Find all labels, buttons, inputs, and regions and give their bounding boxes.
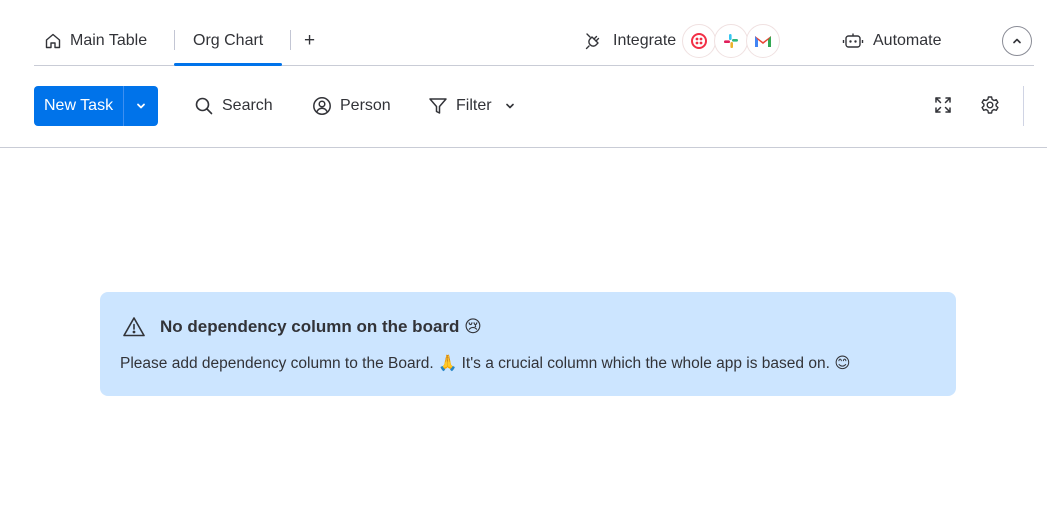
search-icon — [194, 96, 214, 116]
chevron-up-icon — [1011, 35, 1023, 47]
crying-emoji: 😢 — [464, 317, 482, 337]
collapse-header-button[interactable] — [1002, 26, 1032, 56]
expand-icon — [933, 95, 953, 115]
search-button[interactable]: Search — [194, 86, 273, 126]
integrate-label: Integrate — [613, 31, 677, 49]
fullscreen-button[interactable] — [932, 94, 954, 116]
banner-message-part2: It's a crucial column which the whole ap… — [461, 355, 830, 372]
board-toolbar: New Task Search Person Filter — [0, 66, 1047, 148]
search-label: Search — [222, 97, 273, 114]
twilio-icon — [682, 23, 717, 58]
warning-banner: No dependency column on the board 😢 Plea… — [100, 292, 956, 396]
home-icon — [44, 32, 62, 50]
tab-label: Main Table — [70, 31, 148, 49]
person-icon — [312, 96, 332, 116]
tab-org-chart[interactable]: Org Chart — [174, 16, 283, 66]
settings-button[interactable] — [979, 94, 1001, 116]
person-filter-button[interactable]: Person — [312, 86, 391, 126]
banner-message-part1: Please add dependency column to the Boar… — [120, 355, 434, 372]
integrate-button[interactable]: Integrate — [584, 16, 781, 65]
banner-title-text: No dependency column on the board — [160, 317, 460, 336]
automate-button[interactable]: Automate — [842, 16, 941, 65]
gear-icon — [980, 95, 1000, 115]
tab-divider — [174, 30, 175, 50]
filter-label: Filter — [456, 97, 492, 114]
new-task-dropdown-button[interactable] — [124, 86, 158, 126]
robot-icon — [842, 32, 864, 50]
add-view-button[interactable]: + — [304, 16, 315, 65]
chevron-down-icon — [135, 100, 147, 112]
chevron-down-icon — [504, 100, 516, 112]
new-task-split-button: New Task — [34, 86, 159, 126]
tab-divider — [290, 30, 291, 50]
pray-emoji: 🙏 — [437, 354, 458, 372]
banner-message: Please add dependency column to the Boar… — [120, 354, 850, 373]
filter-button[interactable]: Filter — [428, 86, 516, 126]
gmail-icon — [746, 23, 781, 58]
warning-icon — [122, 315, 146, 339]
banner-title: No dependency column on the board 😢 — [122, 314, 482, 340]
filter-icon — [428, 96, 448, 116]
person-label: Person — [340, 97, 391, 114]
slack-icon — [714, 23, 749, 58]
plug-icon — [584, 31, 604, 51]
tab-main-table[interactable]: Main Table — [44, 16, 147, 65]
integration-apps — [682, 23, 781, 58]
new-task-button[interactable]: New Task — [34, 86, 125, 126]
automate-label: Automate — [873, 31, 942, 49]
board-views-bar: Main Table Org Chart + Integrate Automat… — [34, 16, 1034, 66]
smile-emoji: 😊 — [834, 354, 851, 372]
tab-label: Org Chart — [193, 31, 264, 49]
toolbar-divider — [1023, 86, 1024, 126]
